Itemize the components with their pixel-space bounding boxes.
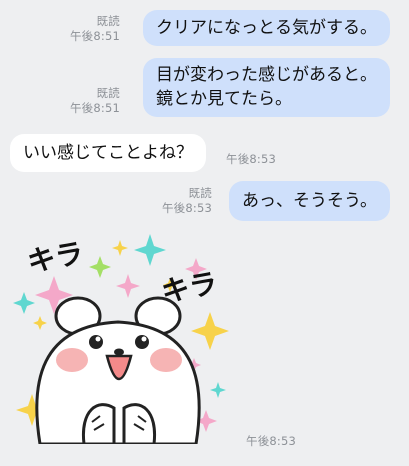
read-label: 既読 <box>96 14 120 28</box>
read-receipt: 既読 午後8:51 <box>70 14 120 44</box>
incoming-message-bubble[interactable]: いい感じてことよね？ <box>10 134 206 172</box>
message-time: 午後8:53 <box>226 152 277 166</box>
message-time: 午後8:51 <box>69 101 120 115</box>
message-text-line: 目が変わった感じがあると。 <box>156 65 377 85</box>
white-bear-sparkle-sticker-icon[interactable]: キラ キラ <box>10 232 235 446</box>
sticker-text-top: キラ <box>25 236 86 278</box>
message-text: クリアになっとる気がする。 <box>156 18 377 38</box>
message-time: 午後8:51 <box>69 29 120 43</box>
outgoing-message-bubble[interactable]: あっ、そうそう。 <box>229 181 390 221</box>
message-time: 午後8:53 <box>246 434 297 448</box>
read-receipt: 既読 午後8:53 <box>162 186 212 216</box>
read-label: 既読 <box>96 86 120 100</box>
message-text-line: 鏡とか見てたら。 <box>156 89 292 109</box>
outgoing-message-bubble[interactable]: 目が変わった感じがあると。 鏡とか見てたら。 <box>143 58 390 117</box>
read-receipt: 既読 午後8:51 <box>70 86 120 116</box>
read-label: 既読 <box>188 186 212 200</box>
message-time: 午後8:53 <box>161 201 212 215</box>
sticker-image: キラ キラ <box>13 234 229 446</box>
message-text: いい感じてことよね？ <box>23 143 193 163</box>
message-text: あっ、そうそう。 <box>242 191 377 211</box>
chat-area: 既読 午後8:51 クリアになっとる気がする。 既読 午後8:51 目が変わった… <box>0 0 409 466</box>
outgoing-message-bubble[interactable]: クリアになっとる気がする。 <box>143 10 390 46</box>
